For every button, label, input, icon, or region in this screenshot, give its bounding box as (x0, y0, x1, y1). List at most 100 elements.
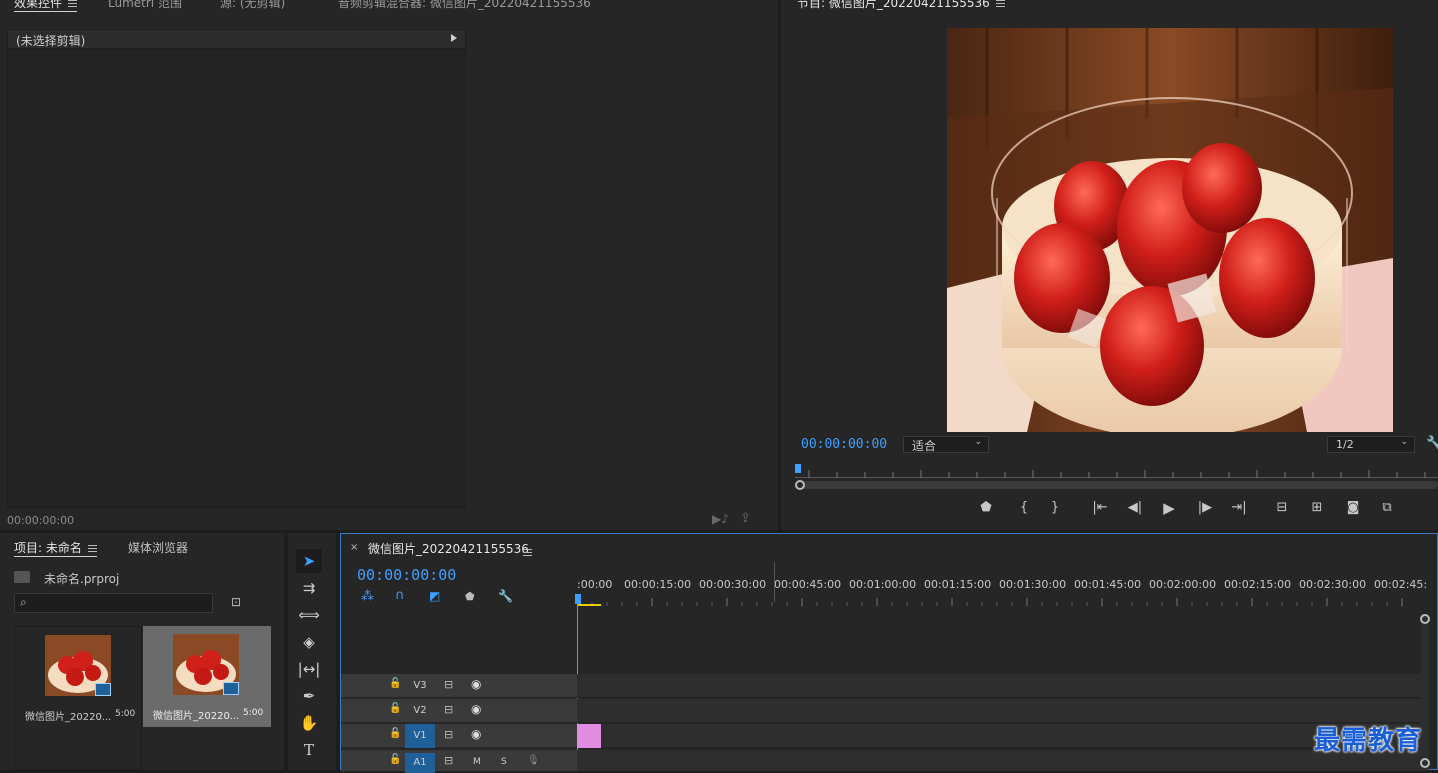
scroll-handle-circle[interactable] (795, 480, 805, 490)
resolution-dropdown[interactable]: 1/2 ⌄ (1327, 436, 1415, 453)
scroll-handle-circle[interactable] (1420, 614, 1430, 624)
go-to-out-icon[interactable]: ⇥| (1230, 499, 1248, 517)
sync-lock-icon[interactable]: ⊟ (444, 703, 453, 716)
tab-lumetri-scopes[interactable]: Lumetri 范围 (108, 0, 182, 11)
track-label[interactable]: V2 (405, 704, 435, 720)
mute-button[interactable]: M (473, 757, 481, 767)
eye-icon[interactable]: ◉ (471, 677, 481, 691)
clip-header: (未选择剪辑) (7, 29, 466, 49)
project-item-1[interactable]: 微信图片_20220... 5:00 (14, 626, 142, 770)
track-lane-a1[interactable] (577, 750, 1421, 772)
tab-audio-clip-mixer[interactable]: 音频剪辑混合器: 微信图片_20220421155536 (338, 0, 591, 11)
lock-icon[interactable]: 🔓 (389, 754, 401, 765)
project-item-2[interactable]: 微信图片_20220... 5:00 (143, 626, 271, 727)
sync-lock-icon[interactable]: ⊟ (444, 678, 453, 691)
export-frame-icon[interactable]: ⇪ (740, 511, 751, 526)
compare-view-icon[interactable]: ⧉ (1378, 499, 1396, 517)
find-icon[interactable]: ⊡ (231, 595, 241, 609)
ruler-label: 00:02:00:00 (1149, 578, 1217, 591)
ruler-label: 00:00:15:00 (624, 578, 692, 591)
panel-menu-icon[interactable] (995, 0, 1005, 7)
mark-in-icon[interactable]: { (1015, 499, 1033, 517)
snap-icon[interactable]: ⁂ (361, 589, 374, 604)
strawberry-cake-image (947, 28, 1393, 432)
time-ruler[interactable]: :00:00 00:00:15:00 00:00:30:00 00:00:45:… (575, 578, 1427, 606)
wrench-settings-icon[interactable]: 🔧 (1426, 436, 1438, 451)
add-marker-timeline-icon[interactable]: ◩ (429, 589, 440, 603)
razor-tool-icon[interactable]: ◈ (296, 630, 322, 654)
folder-icon (14, 571, 30, 583)
tab-project[interactable]: 项目: 未命名 (14, 539, 97, 557)
go-to-in-icon[interactable]: |⇤ (1091, 499, 1109, 517)
expand-triangle-icon[interactable] (451, 34, 457, 42)
type-tool-icon[interactable]: T (296, 738, 322, 762)
solo-button[interactable]: S (501, 757, 507, 767)
program-mini-ruler[interactable] (795, 464, 1438, 478)
microphone-icon[interactable]: 🎙 (527, 755, 540, 766)
pen-tool-icon[interactable]: ✒ (296, 684, 322, 708)
timeline-vertical-scrollbar[interactable] (1420, 614, 1430, 771)
tab-source[interactable]: 源: (无剪辑) (220, 0, 285, 11)
eye-icon[interactable]: ◉ (471, 702, 481, 716)
ruler-divider (774, 562, 775, 602)
slip-tool-icon[interactable]: |↔| (296, 657, 322, 681)
ruler-label: 00:00:30:00 (699, 578, 767, 591)
lock-icon[interactable]: 🔓 (389, 703, 401, 714)
track-header-v2: 🔓 V2 ⊟ ◉ (341, 699, 577, 723)
track-header-v1: 🔓 V1 ⊟ ◉ (341, 724, 577, 748)
timeline-title[interactable]: 微信图片_20220421155536 (368, 540, 529, 557)
program-video-frame[interactable] (947, 28, 1393, 432)
hand-tool-icon[interactable]: ✋ (296, 711, 322, 735)
ruler-label: 00:01:30:00 (999, 578, 1067, 591)
tab-media-browser[interactable]: 媒体浏览器 (128, 539, 188, 556)
eye-icon[interactable]: ◉ (471, 727, 481, 741)
sync-lock-icon[interactable]: ⊟ (444, 754, 453, 767)
playhead[interactable] (575, 594, 581, 604)
scroll-handle-circle[interactable] (1420, 758, 1430, 768)
track-label[interactable]: V1 (405, 724, 435, 748)
ruler-label: 00:02:15:00 (1224, 578, 1292, 591)
video-clip[interactable] (577, 724, 601, 748)
selection-tool-icon[interactable]: ➤ (296, 549, 322, 573)
effect-controls-timecode: 00:00:00:00 (7, 514, 75, 527)
track-select-tool-icon[interactable]: ⇉ (296, 576, 322, 600)
lock-icon[interactable]: 🔓 (389, 678, 401, 689)
add-marker-icon[interactable]: ⬟ (977, 499, 995, 517)
extract-icon[interactable]: ⊞ (1308, 499, 1326, 517)
sequence-badge-icon (95, 683, 111, 696)
track-lane-v3[interactable] (577, 674, 1421, 698)
export-frame-camera-icon[interactable]: ◙ (1344, 499, 1362, 517)
tab-effect-controls[interactable]: 效果控件 (14, 0, 78, 12)
track-label[interactable]: A1 (405, 753, 435, 773)
track-header-v3: 🔓 V3 ⊟ ◉ (341, 674, 577, 698)
panel-menu-icon[interactable] (68, 0, 78, 7)
step-forward-icon[interactable]: |▶ (1196, 499, 1214, 517)
linked-selection-icon[interactable]: ∩ (395, 588, 405, 603)
export-audio-icon[interactable]: ▶♪ (712, 512, 729, 526)
step-back-icon[interactable]: ◀| (1126, 499, 1144, 517)
panel-menu-icon[interactable] (87, 545, 97, 552)
program-scroll-bar[interactable] (795, 480, 1438, 490)
lock-icon[interactable]: 🔓 (389, 728, 401, 739)
track-lane-v2[interactable] (577, 699, 1421, 723)
effect-controls-panel: 效果控件 Lumetri 范围 源: (无剪辑) 音频剪辑混合器: 微信图片_2… (0, 0, 778, 530)
project-search-input[interactable]: ⌕ (14, 593, 213, 613)
timeline-settings-icon[interactable]: 🔧 (498, 589, 513, 603)
program-timecode[interactable]: 00:00:00:00 (801, 437, 887, 452)
marker-icon[interactable]: ⬟ (465, 590, 475, 603)
play-icon[interactable]: ▶ (1160, 499, 1178, 517)
track-lane-v1[interactable] (577, 724, 1421, 748)
track-label[interactable]: V3 (405, 679, 435, 695)
program-monitor-panel: 节目: 微信图片_20220421155536 00:00:00:00 适合 ⌄… (781, 0, 1438, 530)
mark-out-icon[interactable]: } (1046, 499, 1064, 517)
timeline-timecode[interactable]: 00:00:00:00 (357, 566, 456, 584)
lift-icon[interactable]: ⊟ (1273, 499, 1291, 517)
fit-dropdown[interactable]: 适合 ⌄ (903, 436, 989, 453)
ripple-edit-tool-icon[interactable]: ⟺ (296, 603, 322, 627)
chevron-down-icon: ⌄ (974, 437, 982, 447)
sync-lock-icon[interactable]: ⊟ (444, 728, 453, 741)
close-icon[interactable]: × (350, 542, 358, 553)
panel-menu-icon[interactable] (523, 549, 532, 556)
project-panel: 项目: 未命名 媒体浏览器 未命名.prproj ⌕ ⊡ 微信图片_20220.… (0, 533, 284, 770)
program-title: 节目: 微信图片_20220421155536 (797, 0, 1005, 11)
